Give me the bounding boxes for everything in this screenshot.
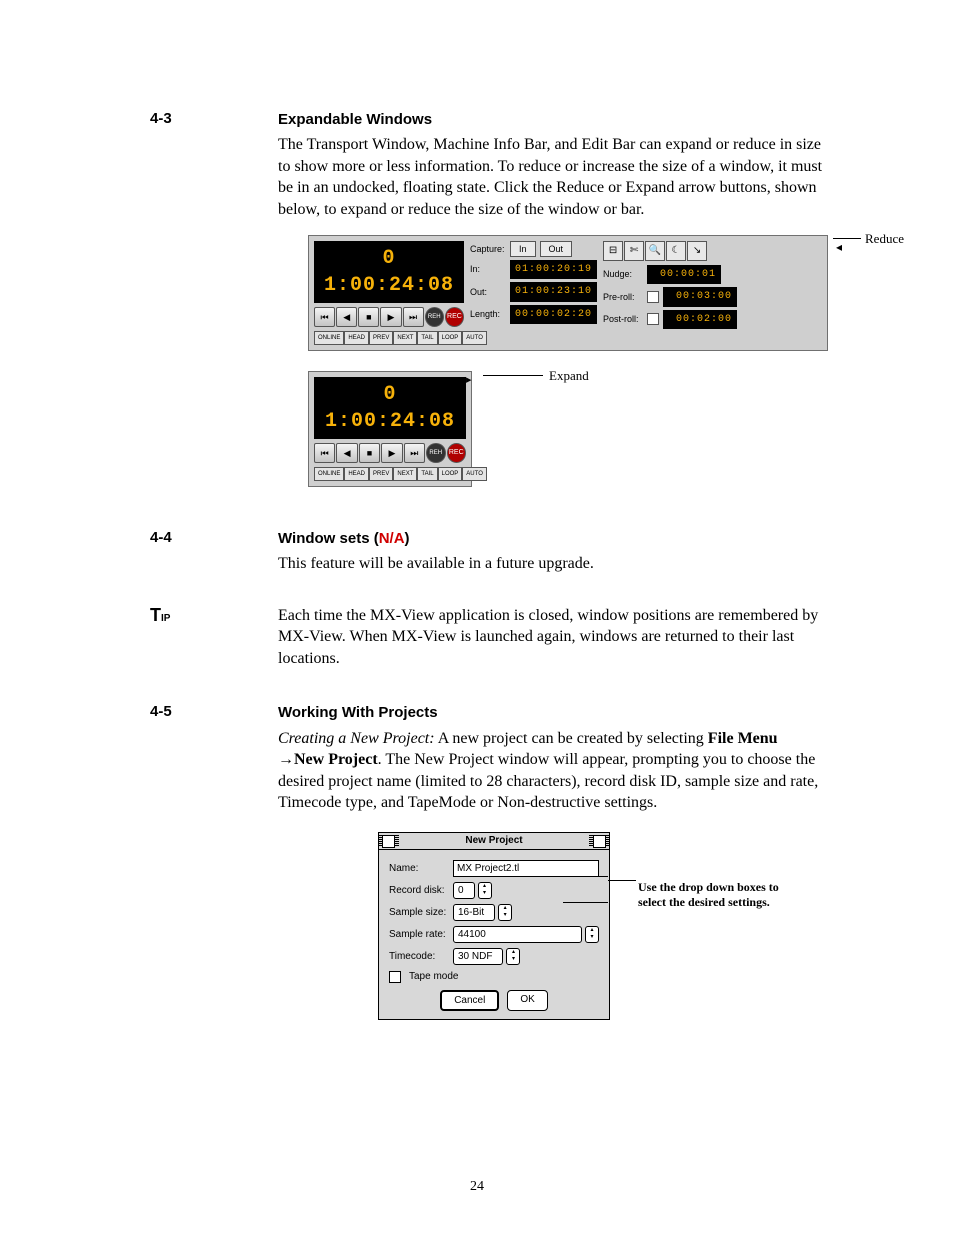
expand-arrow-icon: ▸ [466, 373, 472, 388]
tape-mode-checkbox[interactable] [389, 971, 401, 983]
sample-rate-label: Sample rate: [389, 928, 449, 942]
fast-forward-button[interactable]: ⏭ [403, 307, 424, 327]
tape-mode-label: Tape mode [409, 970, 458, 984]
capture-out-button[interactable]: Out [540, 241, 573, 257]
rehearse-button[interactable]: REH [425, 307, 444, 327]
transport-window-reduced-figure: ▸ Expand 0 1:00:24:08 ⏮ ◀ ■ ▶ ⏭ R [308, 371, 508, 487]
heading-working-with-projects: Working With Projects [278, 703, 826, 723]
sample-rate-stepper[interactable]: ▴▾ [585, 926, 599, 943]
expand-callout: Expand [483, 367, 589, 385]
play-reverse-button[interactable]: ◀ [336, 443, 357, 463]
nudge-label: Nudge: [603, 268, 643, 280]
in-value: 01:00:20:19 [510, 260, 597, 280]
postroll-checkbox[interactable] [647, 313, 659, 325]
play-button[interactable]: ▶ [380, 307, 401, 327]
play-reverse-button[interactable]: ◀ [336, 307, 357, 327]
cancel-button[interactable]: Cancel [440, 990, 499, 1012]
heading-expandable-windows: Expandable Windows [278, 110, 828, 130]
mode-prev[interactable]: PREV [369, 467, 393, 481]
mode-auto[interactable]: AUTO [462, 331, 487, 345]
tool-scissors-icon[interactable]: ✄ [624, 241, 644, 261]
mode-head[interactable]: HEAD [344, 331, 369, 345]
sample-size-select[interactable]: 16-Bit [453, 904, 495, 921]
mode-online[interactable]: ONLINE [314, 331, 344, 345]
zoom-box-icon[interactable] [593, 835, 606, 848]
paragraph-4-4: This feature will be available in a futu… [278, 553, 826, 575]
new-project-dialog-figure: Use the drop down boxes to select the de… [378, 832, 826, 1020]
length-value: 00:00:02:20 [510, 305, 597, 325]
mode-auto[interactable]: AUTO [462, 467, 487, 481]
new-project-callout: Use the drop down boxes to select the de… [638, 880, 808, 910]
mode-next[interactable]: NEXT [393, 467, 417, 481]
record-disk-stepper[interactable]: ▴▾ [478, 882, 492, 899]
mode-loop[interactable]: LOOP [438, 467, 463, 481]
timecode-display-full: 0 1:00:24:08 [314, 241, 464, 303]
name-field-label: Name: [389, 862, 449, 876]
mode-head[interactable]: HEAD [344, 467, 369, 481]
mode-next[interactable]: NEXT [393, 331, 417, 345]
mode-online[interactable]: ONLINE [314, 467, 344, 481]
postroll-value: 00:02:00 [663, 310, 737, 330]
tip-paragraph: Each time the MX-View application is clo… [278, 605, 826, 670]
tool-pencil-icon[interactable]: ↘ [687, 241, 707, 261]
section-number-4-5: 4-5 [150, 703, 278, 720]
record-disk-select[interactable]: 0 [453, 882, 475, 899]
capture-label: Capture: [470, 243, 506, 255]
nudge-value: 00:00:01 [647, 265, 721, 285]
in-label: In: [470, 263, 506, 275]
rewind-button[interactable]: ⏮ [314, 307, 335, 327]
tool-zoom-icon[interactable]: 🔍 [645, 241, 665, 261]
record-disk-label: Record disk: [389, 884, 449, 898]
sample-size-stepper[interactable]: ▴▾ [498, 904, 512, 921]
play-button[interactable]: ▶ [381, 443, 402, 463]
record-button[interactable]: REC [445, 307, 464, 327]
out-label: Out: [470, 286, 506, 298]
timecode-display-reduced: 0 1:00:24:08 [314, 377, 466, 439]
timecode-label: Timecode: [389, 950, 449, 964]
name-field[interactable]: MX Project2.tl [453, 860, 599, 877]
length-label: Length: [470, 308, 506, 320]
reduce-callout: Reduce [833, 230, 904, 248]
preroll-value: 00:03:00 [663, 287, 737, 307]
mode-loop[interactable]: LOOP [438, 331, 463, 345]
tip-label: TIP [150, 605, 278, 626]
postroll-label: Post-roll: [603, 313, 643, 325]
ok-button[interactable]: OK [507, 990, 547, 1012]
page-number: 24 [0, 1179, 954, 1195]
mode-tail[interactable]: TAIL [417, 331, 437, 345]
timecode-stepper[interactable]: ▴▾ [506, 948, 520, 965]
capture-in-button[interactable]: In [510, 241, 536, 257]
new-project-title: New Project [399, 834, 589, 848]
rewind-button[interactable]: ⏮ [314, 443, 335, 463]
preroll-checkbox[interactable] [647, 291, 659, 303]
transport-window-full-figure: ◂ Reduce 0 1:00:24:08 ⏮ ◀ ■ [308, 235, 828, 351]
mode-tail[interactable]: TAIL [417, 467, 437, 481]
tool-snap-icon[interactable]: ⊟ [603, 241, 623, 261]
out-value: 01:00:23:10 [510, 282, 597, 302]
fast-forward-button[interactable]: ⏭ [404, 443, 425, 463]
paragraph-4-3: The Transport Window, Machine Info Bar, … [278, 134, 828, 220]
sample-rate-select[interactable]: 44100 [453, 926, 582, 943]
stop-button[interactable]: ■ [359, 443, 380, 463]
preroll-label: Pre-roll: [603, 291, 643, 303]
tool-fade-icon[interactable]: ☾ [666, 241, 686, 261]
sample-size-label: Sample size: [389, 906, 449, 920]
stop-button[interactable]: ■ [358, 307, 379, 327]
record-button[interactable]: REC [447, 443, 466, 463]
close-box-icon[interactable] [382, 835, 395, 848]
paragraph-4-5: Creating a New Project: A new project ca… [278, 728, 826, 814]
timecode-select[interactable]: 30 NDF [453, 948, 503, 965]
heading-window-sets: Window sets (N/A) [278, 529, 826, 549]
rehearse-button[interactable]: REH [426, 443, 445, 463]
mode-prev[interactable]: PREV [369, 331, 393, 345]
section-number-4-4: 4-4 [150, 529, 278, 546]
section-number-4-3: 4-3 [150, 110, 278, 127]
